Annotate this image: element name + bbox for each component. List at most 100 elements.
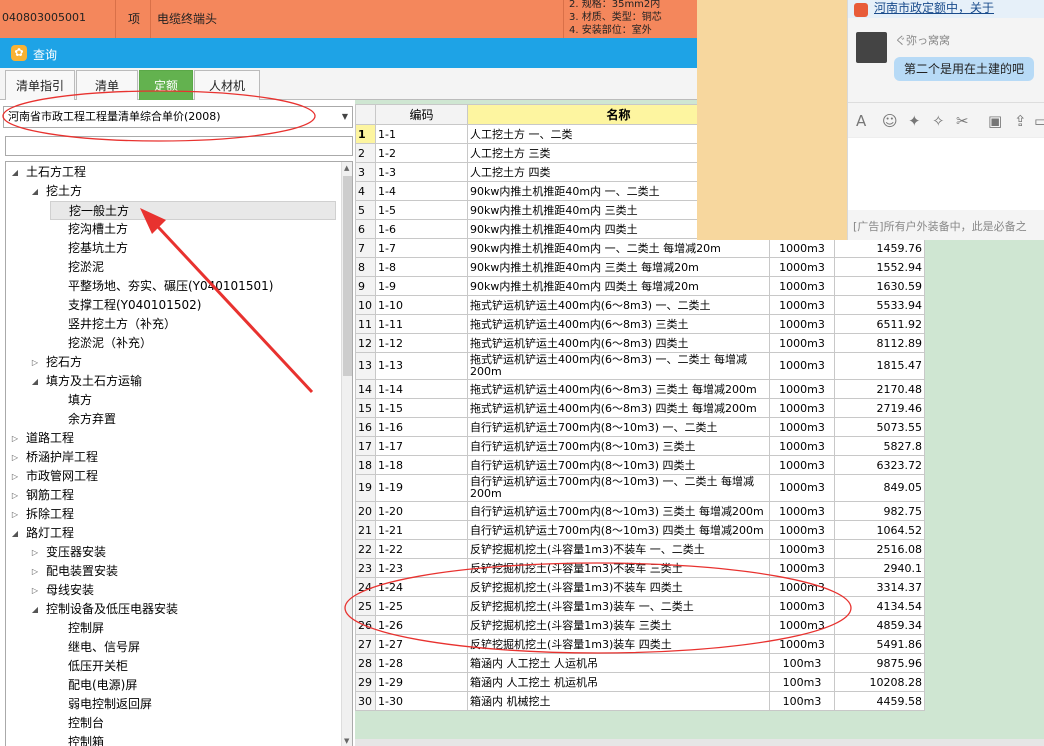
quota-set-select[interactable]: 河南省市政工程工程量清单综合单价(2008) ▼ [3,106,353,128]
table-row[interactable]: 30 1-30 箱涵内 机械挖土 100m3 4459.58 [355,691,925,711]
cell-price[interactable]: 1552.94 [834,257,925,277]
tree-item[interactable]: ◢ 路灯工程 [10,524,336,543]
collapse-triangle-icon[interactable]: ▷ [30,581,40,600]
cell-price[interactable]: 6323.72 [834,455,925,475]
cell-code[interactable]: 1-9 [375,276,468,296]
folder-icon[interactable]: ▭ [1034,112,1044,130]
cell-name[interactable]: 反铲挖掘机挖土(斗容量1m3)装车 四类土 [467,634,770,654]
cell-code[interactable]: 1-20 [375,501,468,521]
row-number[interactable]: 1 [355,124,376,144]
cell-unit[interactable]: 1000m3 [769,436,835,456]
tree-item[interactable]: 控制台 [50,714,336,733]
cell-price[interactable]: 2719.46 [834,398,925,418]
tree-item[interactable]: ▷ 拆除工程 [10,505,336,524]
image-icon[interactable]: ▣ [988,112,1002,130]
cell-name[interactable]: 自行铲运机铲运土700m内(8～10m3) 一、二类土 每增减200m [467,474,770,502]
wand-icon[interactable]: ✧ [932,112,945,130]
cell-code[interactable]: 1-29 [375,672,468,692]
table-row[interactable]: 7 1-7 90kw内推土机推距40m内 一、二类土 每增减20m 1000m3 145… [355,238,925,258]
tree-item[interactable]: ◢ 挖土方 [30,182,336,201]
gift-icon[interactable]: ✦ [908,112,921,130]
tree-item[interactable]: ◢ 填方及土石方运输 [30,372,336,391]
tree-item[interactable]: 填方 [50,391,336,410]
cell-name[interactable]: 反铲挖掘机挖土(斗容量1m3)不装车 一、二类土 [467,539,770,559]
cell-unit[interactable]: 1000m3 [769,238,835,258]
cell-unit[interactable]: 1000m3 [769,257,835,277]
tab-bill-guide[interactable]: 清单指引 [5,70,75,100]
row-number[interactable]: 13 [355,352,376,380]
row-number[interactable]: 30 [355,691,376,711]
scroll-up-icon[interactable]: ▲ [344,164,349,172]
cell-name[interactable]: 自行铲运机铲运土700m内(8～10m3) 四类土 每增减200m [467,520,770,540]
cell-price[interactable]: 4459.58 [834,691,925,711]
row-number[interactable]: 9 [355,276,376,296]
collapse-triangle-icon[interactable]: ▷ [10,486,20,505]
cell-unit[interactable]: 1000m3 [769,615,835,635]
cell-code[interactable]: 1-4 [375,181,468,201]
chat-input[interactable] [848,138,1044,210]
cell-price[interactable]: 4859.34 [834,615,925,635]
row-number[interactable]: 12 [355,333,376,353]
collapse-triangle-icon[interactable]: ▷ [30,562,40,581]
scrollbar-thumb[interactable] [343,176,352,376]
emoji-icon[interactable]: ☺ [882,112,898,130]
cell-price[interactable]: 2940.1 [834,558,925,578]
collapse-triangle-icon[interactable]: ▷ [10,429,20,448]
cell-name[interactable]: 自行铲运机铲运土700m内(8～10m3) 三类土 [467,436,770,456]
screenshot-icon[interactable]: ✂ [956,112,969,130]
table-row[interactable]: 24 1-24 反铲挖掘机挖土(斗容量1m3)不装车 四类土 1000m3 3314.3… [355,577,925,597]
cell-name[interactable]: 拖式铲运机铲运土400m内(6～8m3) 四类土 每增减200m [467,398,770,418]
table-row[interactable]: 17 1-17 自行铲运机铲运土700m内(8～10m3) 三类土 1000m3 582… [355,436,925,456]
row-number[interactable]: 20 [355,501,376,521]
table-row[interactable]: 23 1-23 反铲挖掘机挖土(斗容量1m3)不装车 三类土 1000m3 2940.1 [355,558,925,578]
tree-item[interactable]: 挖沟槽土方 [50,220,336,239]
collapse-triangle-icon[interactable]: ▷ [30,543,40,562]
tree-item[interactable]: 平整场地、夯实、碾压(Y040101501) [50,277,336,296]
cell-price[interactable]: 5491.86 [834,634,925,654]
cell-price[interactable]: 8112.89 [834,333,925,353]
cell-unit[interactable]: 100m3 [769,653,835,673]
cell-code[interactable]: 1-27 [375,634,468,654]
expand-triangle-icon[interactable]: ◢ [30,182,40,201]
cell-code[interactable]: 1-8 [375,257,468,277]
cell-name[interactable]: 90kw内推土机推距40m内 一、二类土 每增减20m [467,238,770,258]
row-number[interactable]: 4 [355,181,376,201]
cell-code[interactable]: 1-22 [375,539,468,559]
cell-name[interactable]: 反铲挖掘机挖土(斗容量1m3)不装车 四类土 [467,577,770,597]
cell-code[interactable]: 1-15 [375,398,468,418]
cell-code[interactable]: 1-23 [375,558,468,578]
cell-unit[interactable]: 1000m3 [769,474,835,502]
cell-name[interactable]: 反铲挖掘机挖土(斗容量1m3)装车 三类土 [467,615,770,635]
tree-item[interactable]: ▷ 道路工程 [10,429,336,448]
cell-code[interactable]: 1-13 [375,352,468,380]
tree-item[interactable]: ◢ 土石方工程 [10,163,336,182]
table-row[interactable]: 14 1-14 拖式铲运机铲运土400m内(6～8m3) 三类土 每增减200m 10… [355,379,925,399]
font-icon[interactable]: A [856,112,866,130]
cell-unit[interactable]: 1000m3 [769,398,835,418]
tree-item[interactable]: 控制箱 [50,733,336,746]
cell-unit[interactable]: 1000m3 [769,520,835,540]
tab-quota[interactable]: 定额 [139,70,193,100]
cell-unit[interactable]: 100m3 [769,672,835,692]
tree-item[interactable]: ◢ 控制设备及低压电器安装 [30,600,336,619]
tree-item[interactable]: 低压开关柜 [50,657,336,676]
row-number[interactable]: 26 [355,615,376,635]
row-number[interactable]: 15 [355,398,376,418]
cell-price[interactable]: 9875.96 [834,653,925,673]
cell-unit[interactable]: 1000m3 [769,501,835,521]
column-header-code[interactable]: 编码 [375,104,468,125]
cell-unit[interactable]: 1000m3 [769,333,835,353]
cell-code[interactable]: 1-14 [375,379,468,399]
row-number[interactable]: 7 [355,238,376,258]
cell-price[interactable]: 1064.52 [834,520,925,540]
cell-name[interactable]: 自行铲运机铲运土700m内(8～10m3) 三类土 每增减200m [467,501,770,521]
tree-item[interactable]: 配电(电源)屏 [50,676,336,695]
cell-price[interactable]: 1630.59 [834,276,925,296]
cell-code[interactable]: 1-30 [375,691,468,711]
dialog-title-bar[interactable]: ✿ 查询 [0,38,700,68]
cell-unit[interactable]: 1000m3 [769,539,835,559]
table-row[interactable]: 13 1-13 拖式铲运机铲运土400m内(6～8m3) 一、二类土 每增减200m… [355,352,925,380]
cell-code[interactable]: 1-21 [375,520,468,540]
cell-unit[interactable]: 1000m3 [769,352,835,380]
tree-item[interactable]: 挖淤泥（补充） [50,334,336,353]
